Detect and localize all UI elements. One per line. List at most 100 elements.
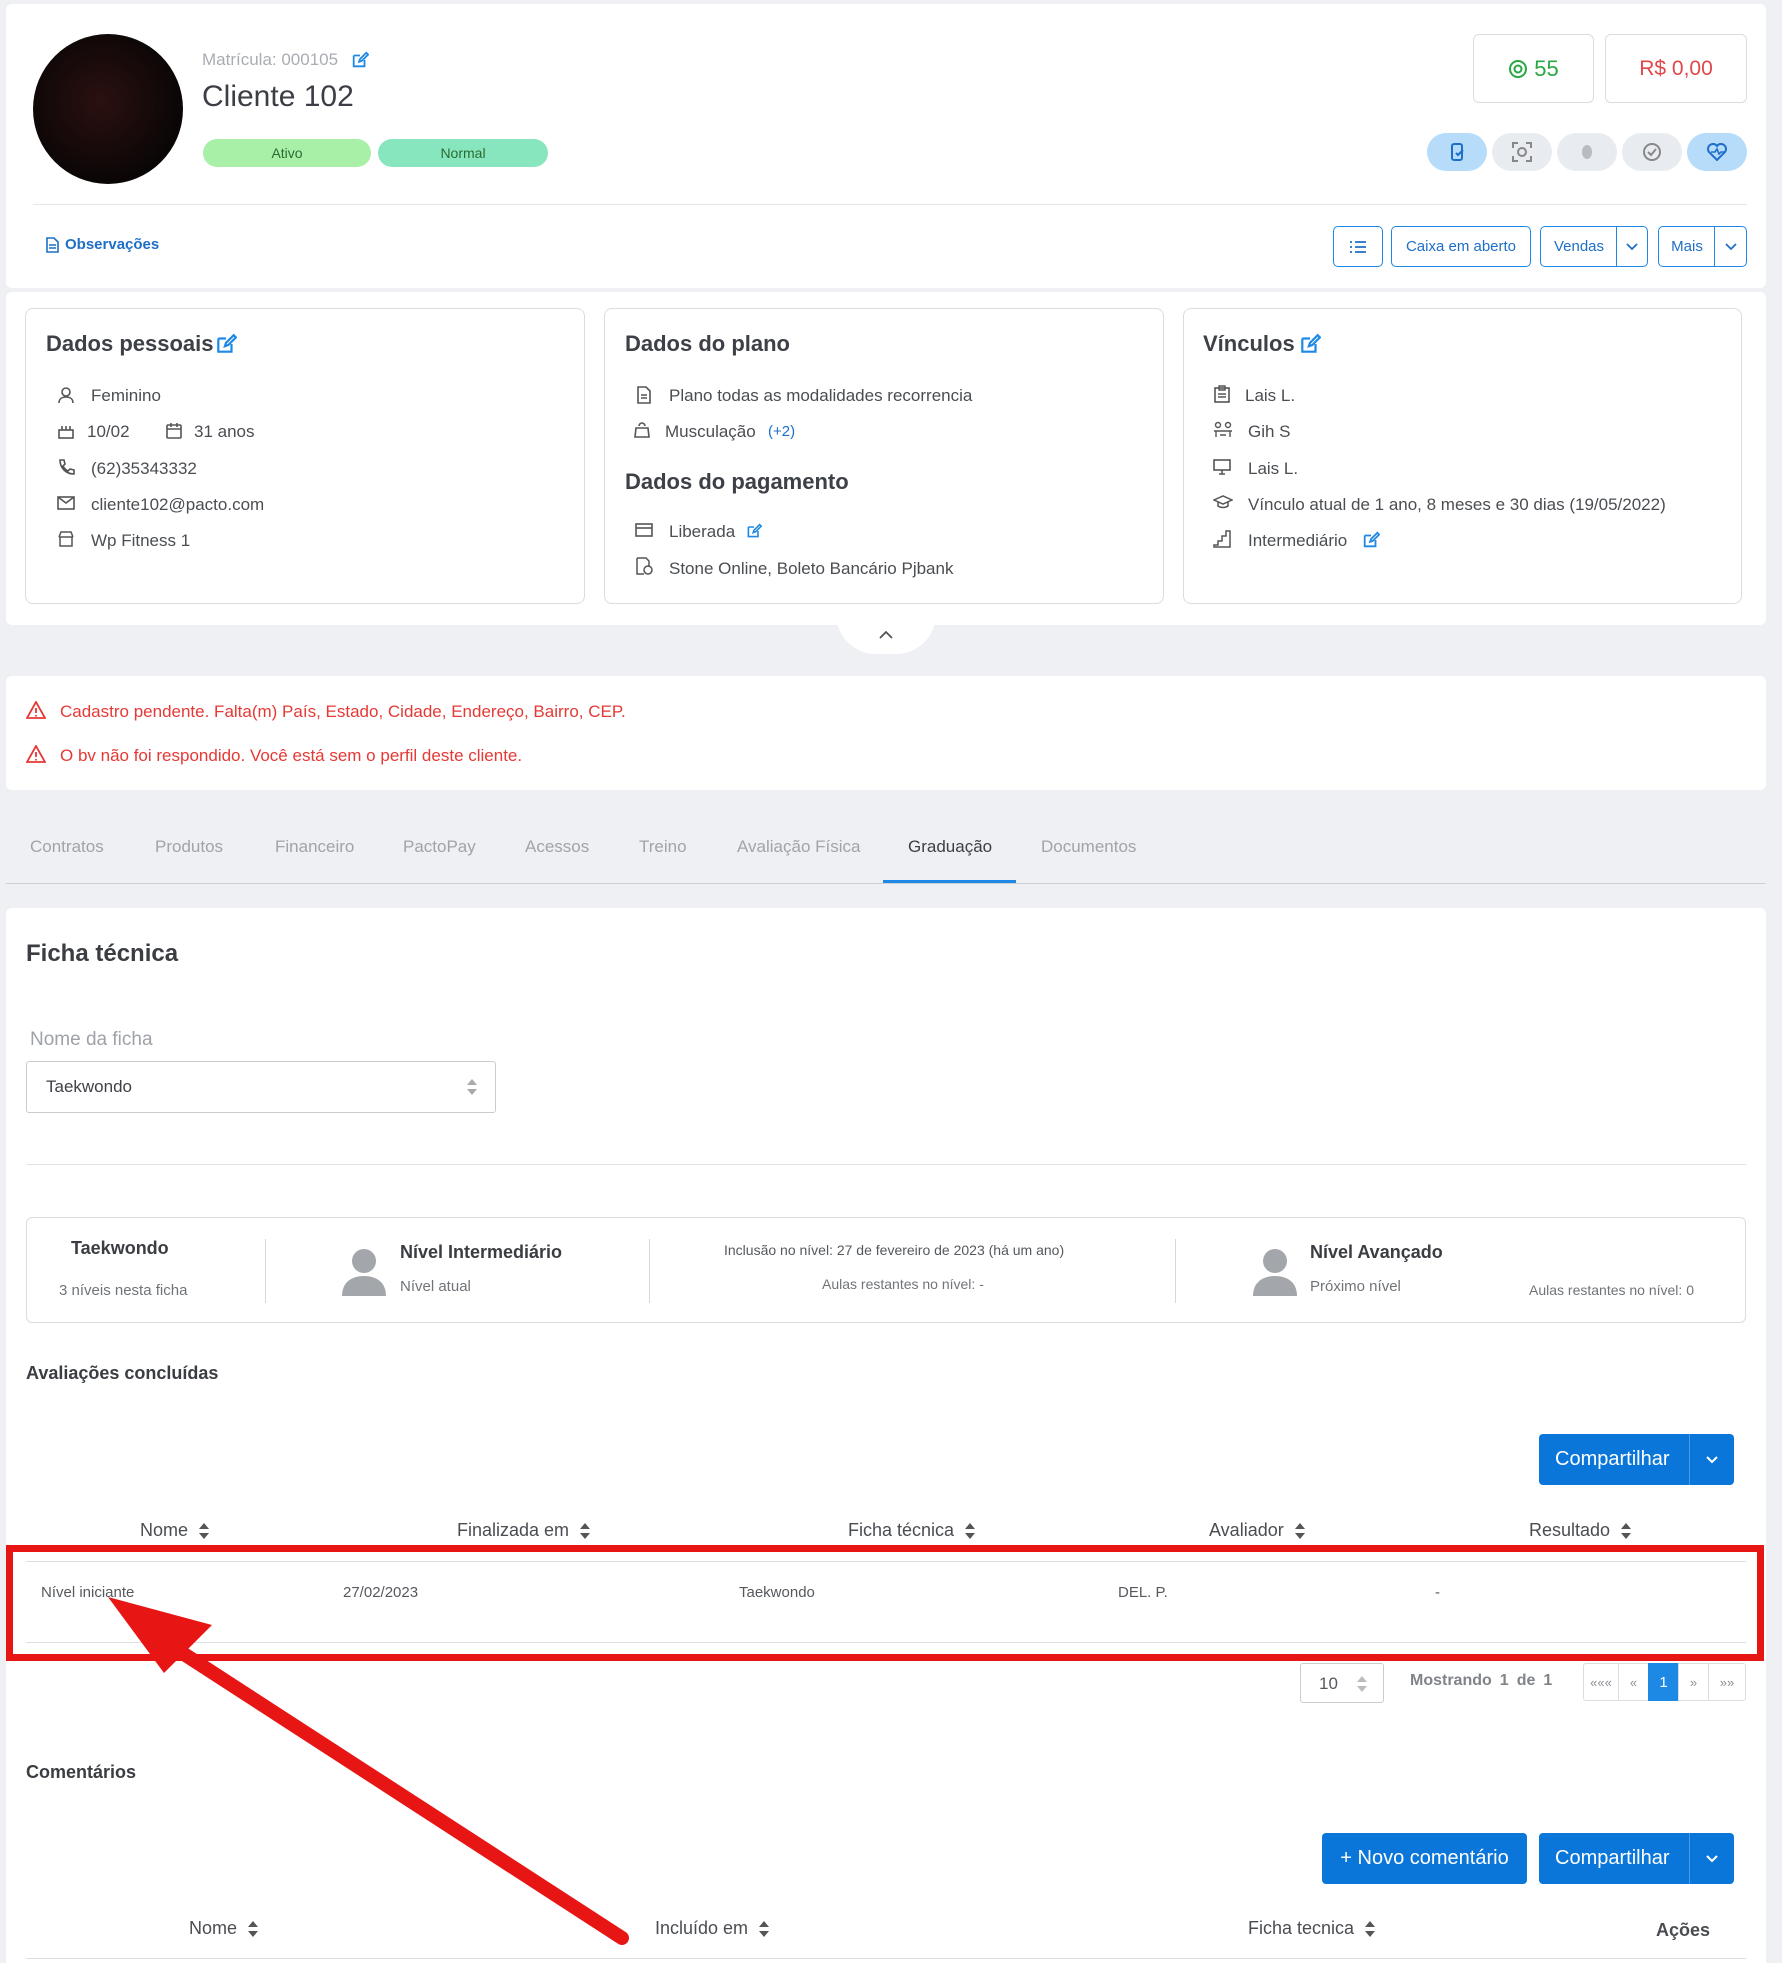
tab-financeiro[interactable]: Financeiro xyxy=(275,837,354,857)
vendas-dropdown-button[interactable] xyxy=(1616,226,1648,267)
col-incluido-em[interactable]: Incluído em xyxy=(655,1918,770,1939)
next-level-label: Próximo nível xyxy=(1310,1278,1401,1295)
dados-pagamento-title: Dados do pagamento xyxy=(625,469,849,494)
header-divider xyxy=(33,204,1747,205)
tab-produtos[interactable]: Produtos xyxy=(155,837,223,857)
document-icon xyxy=(634,385,654,405)
caixa-aberto-button[interactable]: Caixa em aberto xyxy=(1391,226,1531,267)
vinculo-item-3: Lais L. xyxy=(1248,459,1299,478)
vinculo-item-1: Lais L. xyxy=(1245,386,1296,405)
page-first-button[interactable]: ««« xyxy=(1583,1663,1619,1701)
compartilhar-dropdown[interactable] xyxy=(1689,1434,1734,1485)
compartilhar-dropdown[interactable] xyxy=(1689,1833,1734,1884)
health-button[interactable] xyxy=(1687,133,1747,171)
observacoes-link[interactable]: Observações xyxy=(46,236,159,253)
face-recognition-button[interactable] xyxy=(1492,133,1552,171)
sort-icon xyxy=(248,1920,259,1937)
avatar-placeholder-icon xyxy=(1252,1247,1298,1297)
col-nome[interactable]: Nome xyxy=(140,1520,210,1541)
vinculo-item-2: Gih S xyxy=(1248,422,1291,441)
avatar xyxy=(33,34,183,184)
clipboard-icon xyxy=(1212,384,1232,404)
page-next-button[interactable]: » xyxy=(1678,1663,1709,1701)
gender-value: Feminino xyxy=(91,386,161,405)
phone-value: (62)35343332 xyxy=(91,459,197,478)
novo-comentario-button[interactable]: + Novo comentário xyxy=(1322,1833,1527,1884)
tab-graduacao[interactable]: Graduação xyxy=(908,837,992,857)
col-avaliador[interactable]: Avaliador xyxy=(1209,1520,1306,1541)
compartilhar-avaliacoes-button[interactable]: Compartilhar xyxy=(1539,1434,1734,1485)
status-badge: Ativo xyxy=(203,139,371,167)
col-resultado-label: Resultado xyxy=(1529,1520,1611,1540)
aulas-restantes-text: Aulas restantes no nível: - xyxy=(822,1276,984,1292)
tab-pactopay[interactable]: PactoPay xyxy=(403,837,476,857)
current-level-name: Nível Intermediário xyxy=(400,1242,563,1262)
edit-matricula-icon[interactable] xyxy=(350,50,370,70)
col-ficha-tecnica[interactable]: Ficha técnica xyxy=(848,1520,976,1541)
sort-icon xyxy=(199,1522,210,1539)
col-comentario-ficha-label: Ficha tecnica xyxy=(1248,1918,1355,1938)
col-comentario-ficha[interactable]: Ficha tecnica xyxy=(1248,1918,1376,1939)
edit-pagamento-icon[interactable] xyxy=(744,521,764,541)
mobile-app-button[interactable] xyxy=(1427,133,1487,171)
collapse-toggle[interactable] xyxy=(836,614,936,654)
mais-dropdown-button[interactable] xyxy=(1714,226,1747,267)
warning-icon xyxy=(25,743,47,765)
monitor-icon xyxy=(1212,457,1232,477)
col-acoes: Ações xyxy=(1656,1920,1710,1941)
type-badge: Normal xyxy=(378,139,548,167)
summary-ficha-name: Taekwondo xyxy=(71,1238,169,1258)
col-incluido-label: Incluído em xyxy=(655,1918,749,1938)
avatar-placeholder-icon xyxy=(341,1247,387,1297)
col-comentario-nome[interactable]: Nome xyxy=(189,1918,259,1939)
tab-treino[interactable]: Treino xyxy=(639,837,687,857)
inclusao-text: Inclusão no nível: 27 de fevereiro de 20… xyxy=(724,1242,1065,1258)
ficha-select[interactable]: Taekwondo xyxy=(26,1061,496,1113)
row-nome: Nível iniciante xyxy=(41,1584,135,1601)
col-finalizada-label: Finalizada em xyxy=(457,1520,570,1540)
points-box[interactable]: 55 xyxy=(1473,34,1594,103)
nome-da-ficha-label: Nome da ficha xyxy=(30,1029,153,1050)
current-level-label: Nível atual xyxy=(400,1278,471,1295)
age-value: 31 anos xyxy=(194,422,255,441)
mais-button[interactable]: Mais xyxy=(1658,226,1716,267)
vendas-button[interactable]: Vendas xyxy=(1540,226,1618,267)
edit-dados-pessoais-icon[interactable] xyxy=(214,332,238,356)
fingerprint-button[interactable] xyxy=(1557,133,1617,171)
showing-total: 1 xyxy=(1543,1672,1553,1689)
user-icon xyxy=(56,385,76,405)
next-aulas-text: Aulas restantes no nível: 0 xyxy=(1529,1282,1694,1298)
tab-contratos[interactable]: Contratos xyxy=(30,837,104,857)
client-name: Cliente 102 xyxy=(202,80,354,113)
receipt-icon xyxy=(634,556,654,576)
page-size-value: 10 xyxy=(1319,1674,1338,1693)
check-button[interactable] xyxy=(1622,133,1682,171)
tabs-divider xyxy=(6,883,1766,884)
row-finalizada: 27/02/2023 xyxy=(343,1584,419,1601)
table-row[interactable] xyxy=(26,1561,1746,1643)
modalidade-extra-link[interactable]: (+2) xyxy=(768,423,795,440)
page-size-select[interactable]: 10 xyxy=(1300,1663,1384,1703)
compartilhar-label: Compartilhar xyxy=(1555,1448,1670,1470)
vinculos-title: Vínculos xyxy=(1203,331,1295,356)
page-last-button[interactable]: »» xyxy=(1708,1663,1746,1701)
balance-box[interactable]: R$ 0,00 xyxy=(1605,34,1747,103)
edit-vinculos-icon[interactable] xyxy=(1298,332,1322,356)
active-tab-indicator xyxy=(883,880,1016,883)
compartilhar-comentarios-button[interactable]: Compartilhar xyxy=(1539,1833,1734,1884)
tab-avaliacao-fisica[interactable]: Avaliação Física xyxy=(737,837,860,857)
edit-nivel-icon[interactable] xyxy=(1361,530,1381,550)
balance-value: R$ 0,00 xyxy=(1639,56,1713,80)
tab-acessos[interactable]: Acessos xyxy=(525,837,589,857)
list-view-button[interactable] xyxy=(1333,226,1383,267)
avaliacoes-title: Avaliações concluídas xyxy=(26,1363,219,1383)
page-1-button[interactable]: 1 xyxy=(1648,1663,1679,1701)
col-avaliador-label: Avaliador xyxy=(1209,1520,1284,1540)
page-prev-button[interactable]: « xyxy=(1618,1663,1649,1701)
stairs-icon xyxy=(1212,529,1232,549)
col-resultado[interactable]: Resultado xyxy=(1529,1520,1632,1541)
tab-documentos[interactable]: Documentos xyxy=(1041,837,1136,857)
sort-icon xyxy=(965,1522,976,1539)
graduation-cap-icon xyxy=(1212,492,1234,512)
col-finalizada-em[interactable]: Finalizada em xyxy=(457,1520,591,1541)
